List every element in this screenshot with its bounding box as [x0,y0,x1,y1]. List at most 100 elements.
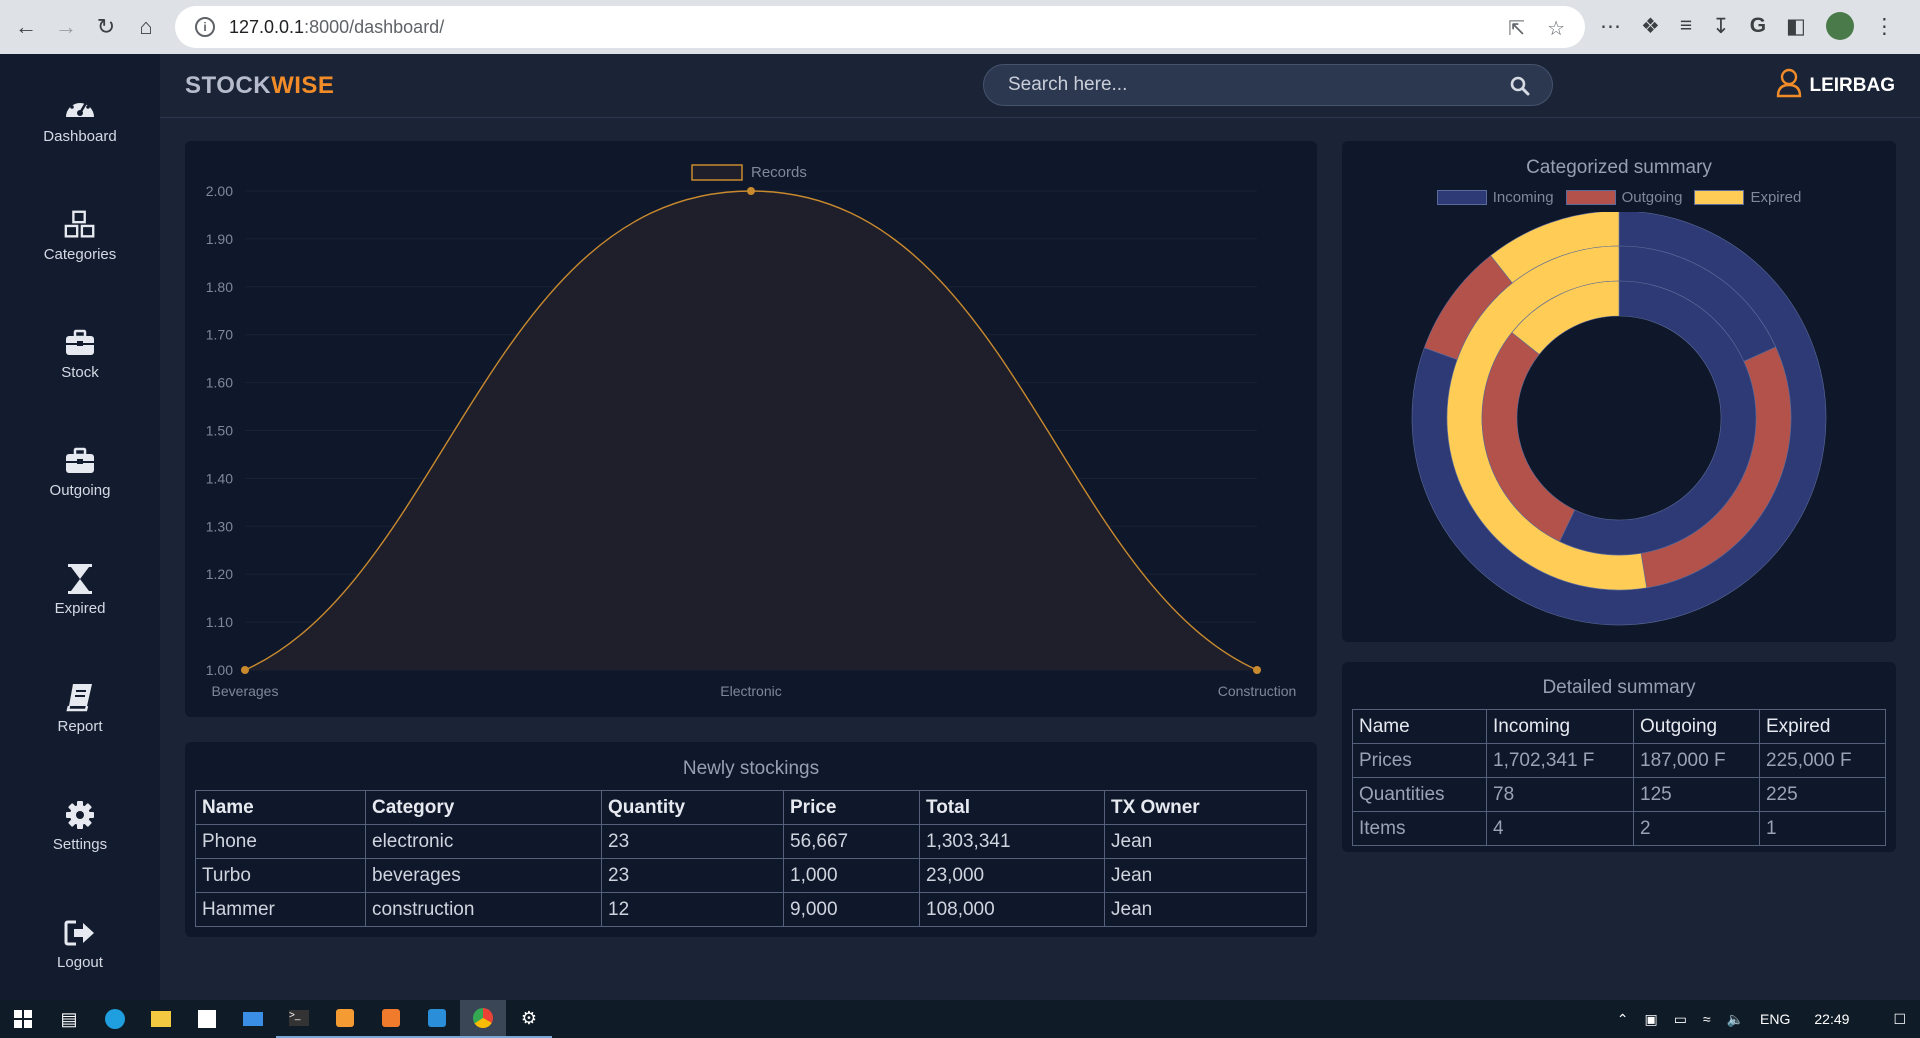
records-line-chart-card: 2.00 1.90 1.80 1.70 1.60 1.50 1.40 1.30 1.20 1.10… [185,141,1317,717]
categorized-summary-card: Categorized summary Incoming Outgoing Expi… [1342,141,1896,642]
mail-icon[interactable] [230,1000,276,1038]
book-icon [63,680,97,714]
table-cell: 1,000 [783,858,920,893]
sidebar-item-outgoing[interactable]: Outgoing [0,444,160,499]
download-icon[interactable]: ↧ [1712,14,1730,39]
legend-item[interactable]: Outgoing [1565,189,1682,206]
data-point [747,187,755,195]
site-info-icon[interactable]: i [195,17,215,37]
table-cell: 125 [1633,777,1760,812]
terminal-icon[interactable]: >_ [276,1000,322,1038]
clock[interactable]: 22:49 [1814,1011,1849,1027]
data-point [1253,666,1261,674]
table-cell: Items [1352,811,1487,846]
battery-icon[interactable]: ▭ [1674,1011,1687,1028]
grammarly-icon[interactable]: G [1750,14,1766,38]
share-icon[interactable]: ⇱ [1508,16,1525,41]
extension-dots-icon[interactable]: ⋯ [1600,14,1621,39]
newly-header-cell: Name [195,790,366,825]
notification-icon[interactable]: ☐ [1893,1011,1906,1028]
records-line-chart: 2.00 1.90 1.80 1.70 1.60 1.50 1.40 1.30 1.20 1.10… [206,164,1297,699]
logout-icon [63,916,97,950]
xampp-icon[interactable] [368,1000,414,1038]
table-cell: construction [365,892,602,927]
legend-item[interactable]: Incoming [1436,189,1554,206]
sublime-icon[interactable] [322,1000,368,1038]
newly-header-cell: Quantity [601,790,784,825]
sidebar-item-label: Outgoing [49,482,111,499]
bookmark-star-icon[interactable]: ☆ [1547,16,1565,41]
table-cell: 23 [601,858,784,893]
sidebar-item-logout[interactable]: Logout [0,916,160,971]
sidebar-item-categories[interactable]: Categories [0,208,160,263]
legend-item[interactable]: Expired [1694,189,1801,206]
avatar[interactable] [1825,12,1854,40]
table-cell: 1,702,341 F [1486,743,1634,778]
wifi-icon[interactable]: ≈ [1703,1011,1711,1027]
file-explorer-icon[interactable] [138,1000,184,1038]
url-host: 127.0.0.1 [229,16,305,37]
app-header: STOCKWISE LEIRBAG [160,54,1920,118]
y-tick-label: 1.60 [206,375,233,391]
vscode-icon[interactable] [414,1000,460,1038]
dashboard-icon [63,90,97,124]
detailed-header-cell: Expired [1759,709,1886,744]
user-menu[interactable]: LEIRBAG [1776,68,1895,104]
volume-icon[interactable]: 🔈 [1727,1011,1744,1028]
categorized-doughnut-chart [1411,212,1827,626]
table-cell: 1 [1759,811,1886,846]
briefcase-icon [63,444,97,478]
sidebar-item-expired[interactable]: Expired [0,562,160,617]
legend-swatch [1436,190,1487,205]
brand-logo[interactable]: STOCKWISE [185,72,334,100]
table-row: Turbo beverages 23 1,000 23,000 Jean [195,858,1307,893]
y-tick-label: 1.50 [206,423,233,439]
detailed-header-cell: Outgoing [1633,709,1760,744]
table-cell: 23,000 [919,858,1105,893]
edge-icon[interactable] [92,1000,138,1038]
y-tick-label: 1.70 [206,327,233,343]
meet-icon[interactable]: ▣ [1644,1011,1657,1028]
playlist-icon[interactable]: ≡ [1680,14,1692,38]
table-cell: 187,000 F [1633,743,1760,778]
search-box [983,64,1553,106]
url-path: :8000/dashboard/ [304,16,445,37]
address-bar[interactable]: i 127.0.0.1:8000/dashboard/ ⇱ ☆ [175,6,1585,48]
sidebar-item-label: Dashboard [43,128,117,145]
table-cell: Turbo [195,858,366,893]
puzzle-icon[interactable]: ❖ [1641,14,1660,39]
chrome-icon[interactable] [460,1000,506,1038]
back-icon[interactable]: ← [6,7,46,47]
cubes-icon [63,208,97,242]
home-icon[interactable]: ⌂ [126,7,166,47]
search-input[interactable] [1008,74,1478,96]
settings-app-icon[interactable]: ⚙ [506,1000,552,1038]
sidebar-item-stock[interactable]: Stock [0,326,160,381]
table-row: Items 4 2 1 [1352,811,1886,846]
table-row: Quantities 78 125 225 [1352,777,1886,812]
sidebar-item-settings[interactable]: Settings [0,798,160,853]
sidebar-item-label: Report [57,718,103,735]
sidebar-item-dashboard[interactable]: Dashboard [0,90,160,145]
chevron-up-icon[interactable]: ⌃ [1617,1011,1629,1028]
table-cell: 225 [1759,777,1886,812]
menu-icon[interactable]: ⋮ [1874,14,1895,39]
table-cell: 225,000 F [1759,743,1886,778]
y-tick-label: 1.20 [206,566,233,582]
newly-header-cell: Price [783,790,920,825]
sidebar-item-report[interactable]: Report [0,680,160,735]
table-cell: Quantities [1352,777,1487,812]
newly-stockings-card: Newly stockings Name Category Quantity Pric… [185,742,1317,937]
windows-start-icon[interactable] [0,1000,46,1038]
language-indicator[interactable]: ENG [1760,1011,1790,1027]
forward-icon[interactable]: → [46,7,86,47]
table-cell: 56,667 [783,824,920,859]
store-icon[interactable] [184,1000,230,1038]
table-row: Prices 1,702,341 F 187,000 F 225,000 F [1352,743,1886,778]
newly-stockings-title: Newly stockings [682,758,820,779]
reload-icon[interactable]: ↻ [86,7,126,47]
side-panel-icon[interactable]: ◧ [1786,14,1806,39]
search-icon[interactable] [1510,76,1530,102]
task-view-icon[interactable]: ▤ [46,1000,92,1038]
table-cell: Jean [1104,824,1307,859]
